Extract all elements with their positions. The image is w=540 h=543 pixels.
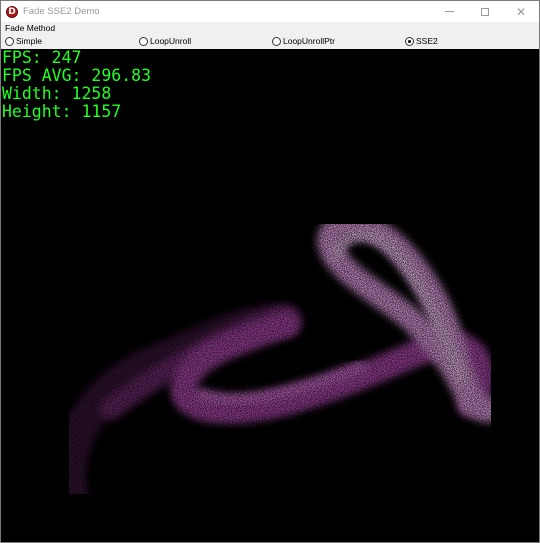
radio-sse2[interactable]: SSE2 bbox=[405, 35, 438, 47]
render-canvas[interactable]: FPS: 247 FPS AVG: 296.83 Width: 1258 Hei… bbox=[1, 49, 539, 542]
radio-loopunroll-label: LoopUnroll bbox=[150, 36, 192, 46]
radio-circle-icon bbox=[5, 36, 14, 46]
close-button[interactable]: ✕ bbox=[503, 1, 539, 22]
radio-sse2-label: SSE2 bbox=[416, 36, 438, 46]
height-readout: Height: 1157 bbox=[2, 102, 122, 121]
maximize-button[interactable] bbox=[467, 1, 503, 22]
radio-checked-icon bbox=[405, 36, 414, 46]
radio-loopunroll[interactable]: LoopUnroll bbox=[139, 35, 191, 47]
fps-avg-readout: FPS AVG: 296.83 bbox=[2, 66, 152, 85]
minimize-button[interactable] bbox=[431, 1, 467, 22]
radio-loopunrollptr-label: LoopUnrollPtr bbox=[283, 36, 335, 46]
particle-trail bbox=[52, 212, 503, 511]
app-icon: D bbox=[6, 5, 18, 18]
close-icon: ✕ bbox=[515, 4, 527, 19]
app-window: D Fade SSE2 Demo ✕ Fade Method Simple Lo… bbox=[0, 0, 540, 543]
width-readout: Width: 1258 bbox=[2, 84, 112, 103]
minimize-icon bbox=[444, 11, 454, 12]
radio-circle-icon bbox=[139, 36, 148, 46]
fade-method-label: Fade Method bbox=[5, 23, 56, 33]
radio-circle-icon bbox=[272, 36, 281, 46]
radio-simple-label: Simple bbox=[16, 36, 42, 46]
fps-readout: FPS: 247 bbox=[2, 49, 82, 67]
fade-method-group: Fade Method Simple LoopUnroll LoopUnroll… bbox=[1, 22, 539, 48]
radio-loopunrollptr[interactable]: LoopUnrollPtr bbox=[272, 35, 335, 47]
stats-overlay: FPS: 247 FPS AVG: 296.83 Width: 1258 Hei… bbox=[2, 49, 151, 121]
title-bar[interactable]: D Fade SSE2 Demo ✕ bbox=[1, 1, 539, 22]
window-controls: ✕ bbox=[431, 1, 539, 22]
radio-simple[interactable]: Simple bbox=[5, 35, 42, 47]
window-title: Fade SSE2 Demo bbox=[23, 6, 100, 17]
maximize-icon bbox=[481, 7, 489, 16]
